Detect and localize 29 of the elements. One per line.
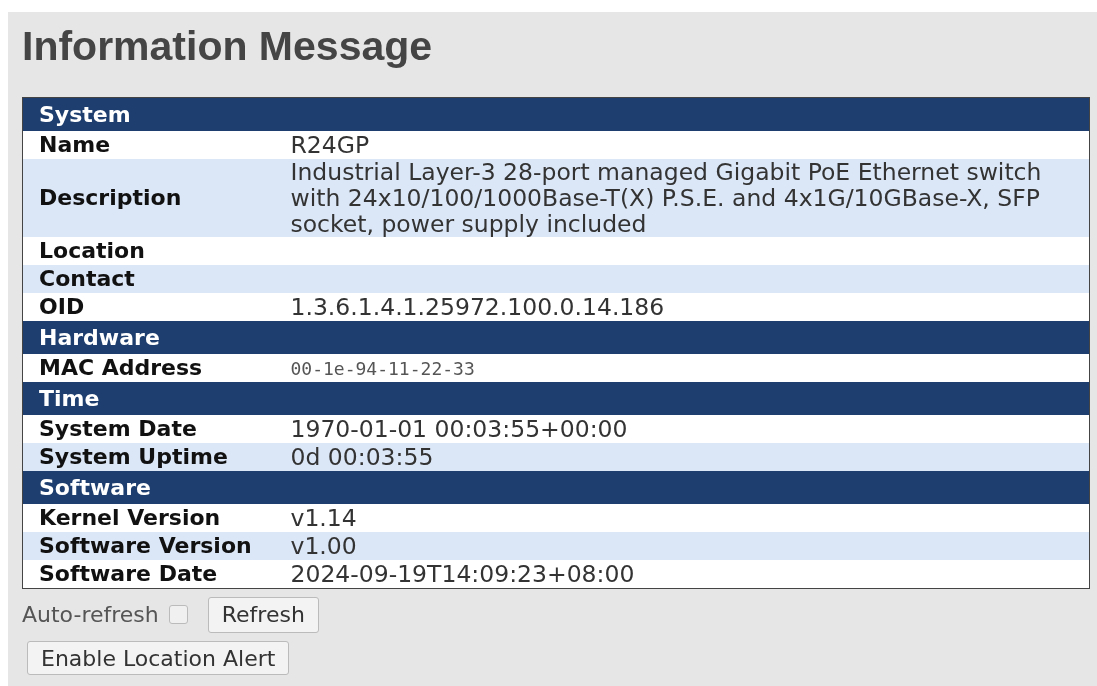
refresh-button[interactable]: Refresh [207,596,319,633]
field-value: v1.14 [290,504,357,532]
field-label: OID [22,293,291,321]
field-value: 1970-01-01 00:03:55+00:00 [290,415,628,443]
section-header: Hardware [39,325,160,350]
field-label: Name [22,131,291,159]
location-alert-button[interactable]: Enable Location Alert [27,640,290,675]
field-value: v1.00 [290,532,357,560]
field-label: Description [22,159,291,237]
field-label: System Uptime [22,443,291,471]
field-value: 2024-09-19T14:09:23+08:00 [290,559,635,588]
field-label: Software Version [22,532,291,560]
field-label: System Date [22,415,291,443]
field-value: 1.3.6.1.4.1.25972.100.0.14.186 [290,293,665,321]
auto-refresh-label: Auto-refresh [22,601,159,629]
section-header: Time [39,386,100,411]
section-header: Software [39,475,151,500]
field-value: 0d 00:03:55 [290,443,434,471]
field-value: 00-1e-94-11-22-33 [290,358,475,379]
field-label: MAC Address [22,354,291,382]
auto-refresh-checkbox[interactable] [168,605,188,624]
field-value: Industrial Layer-3 28-port managed Gigabit PoE Ethernet switch with 24x10/100/1000Base-T(X) P.S.E. and 4x1G/10GBase-X, SFP socket, power supply included [290,158,1042,238]
field-label: Kernel Version [22,504,291,532]
section-header: System [39,102,131,127]
field-label: Software Date [22,560,291,588]
page-title: Information Message [22,22,433,70]
field-value: R24GP [290,131,370,159]
field-label: Location [22,237,291,265]
field-label: Contact [22,265,291,293]
